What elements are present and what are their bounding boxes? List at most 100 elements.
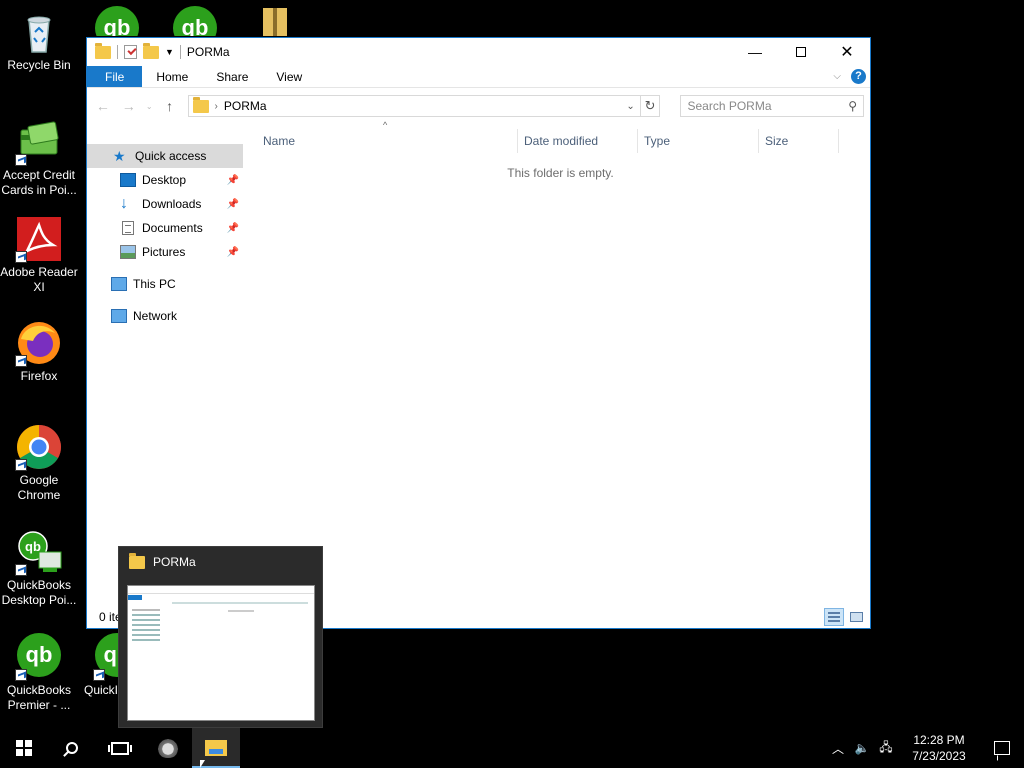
tab-view[interactable]: View <box>262 66 316 87</box>
refresh-button[interactable]: ↻ <box>640 95 661 117</box>
search-input[interactable] <box>687 99 849 113</box>
desktop-icon-label: Recycle Bin <box>7 58 71 72</box>
search-icon <box>66 742 78 754</box>
document-icon <box>122 221 134 235</box>
maximize-button[interactable] <box>778 38 824 66</box>
desktop-icon-quickbooks-desktop-pos[interactable]: qb QuickBooks Desktop Poi... <box>0 528 78 608</box>
desktop-icon-quickbooks-top-1[interactable]: qb <box>78 4 156 36</box>
help-icon[interactable]: ? <box>851 69 866 84</box>
properties-icon[interactable] <box>124 45 137 59</box>
taskbar-app-raccoon[interactable] <box>144 728 192 768</box>
minimize-button[interactable]: — <box>732 38 778 66</box>
nav-item-network[interactable]: Network <box>87 304 243 328</box>
forward-button[interactable]: → <box>119 98 139 114</box>
desktop-icon-recycle-bin[interactable]: Recycle Bin <box>0 8 78 73</box>
folder-icon <box>129 552 145 569</box>
back-button[interactable]: ← <box>93 98 113 114</box>
address-dropdown-icon[interactable]: ⌄ <box>622 101 640 112</box>
network-status-icon[interactable]: 🖧 <box>874 738 898 759</box>
thumbnail-ribbon <box>128 595 142 600</box>
tab-file[interactable]: File <box>87 66 143 87</box>
column-header-name[interactable]: Name <box>243 129 518 153</box>
quickbooks-icon: qb <box>15 633 63 681</box>
large-icons-view-button[interactable] <box>846 608 866 626</box>
expand-ribbon-chevron-icon[interactable]: ⌵ <box>833 71 841 82</box>
sort-caret-icon: ^ <box>383 120 388 130</box>
search-box[interactable]: ⚲ <box>680 95 865 117</box>
quick-access-toolbar: ▼ <box>95 42 181 59</box>
column-header-size[interactable]: Size <box>759 129 839 153</box>
nav-item-quick-access[interactable]: ★ Quick access <box>87 144 243 168</box>
desktop-icon-adobe-reader[interactable]: Adobe Reader XI <box>0 215 78 295</box>
start-button[interactable] <box>0 728 48 768</box>
up-button[interactable]: ↑ <box>160 98 180 114</box>
show-hidden-icons-chevron-icon[interactable]: ︿ <box>826 740 850 757</box>
column-header-type[interactable]: Type <box>638 129 759 153</box>
thumbnail-column-header <box>172 602 308 604</box>
thumbnail-line <box>132 619 160 621</box>
recent-locations-button[interactable]: ⌄ <box>145 102 154 111</box>
preview-header: PORMa <box>119 547 322 577</box>
maximize-icon <box>796 47 806 57</box>
download-arrow-icon: ↓ <box>120 195 128 212</box>
tab-home[interactable]: Home <box>142 66 202 87</box>
shortcut-arrow-icon <box>15 251 27 263</box>
folder-icon <box>192 96 209 113</box>
nav-item-label: Pictures <box>142 245 186 259</box>
zip-folder-icon <box>249 4 297 36</box>
new-folder-icon[interactable] <box>143 42 159 59</box>
thumbnail-line <box>132 614 160 616</box>
notification-icon <box>994 741 1010 755</box>
mouse-cursor-icon <box>200 760 205 768</box>
breadcrumb-current[interactable]: PORMa <box>224 99 616 113</box>
desktop-icon-quickbooks-premier[interactable]: qb QuickBooks Premier - ... <box>0 631 78 713</box>
file-list[interactable]: ^ Name Date modified Type Size This fold… <box>243 120 870 606</box>
shortcut-arrow-icon <box>15 154 27 166</box>
details-view-button[interactable] <box>824 608 844 626</box>
column-header-date-modified[interactable]: Date modified <box>518 129 638 153</box>
nav-item-pictures[interactable]: Pictures 📌 <box>87 240 243 264</box>
desktop-icon-label: Google Chrome <box>17 473 61 502</box>
credit-cards-icon <box>15 118 63 166</box>
file-explorer-icon <box>205 740 227 756</box>
taskbar-search-button[interactable] <box>48 728 96 768</box>
nav-item-downloads[interactable]: ↓ Downloads 📌 <box>87 192 243 216</box>
title-bar[interactable]: ▼ PORMa — ✕ <box>87 38 870 66</box>
desktop-icon-accept-credit-cards[interactable]: Accept Credit Cards in Poi... <box>0 118 78 198</box>
customize-toolbar-chevron-icon[interactable]: ▼ <box>165 47 174 57</box>
pin-icon: 📌 <box>226 198 239 210</box>
file-explorer-window[interactable]: ▼ PORMa — ✕ File Home Share View ⌵ ? ← →… <box>86 37 871 629</box>
clock[interactable]: 12:28 PM 7/23/2023 <box>898 732 980 764</box>
desktop-icon-label: QuickBooks Premier - ... <box>6 683 72 712</box>
details-view-icon <box>828 612 840 622</box>
minimize-icon: — <box>748 44 762 60</box>
nav-item-this-pc[interactable]: This PC <box>87 272 243 296</box>
nav-item-label: Network <box>133 309 178 323</box>
shortcut-arrow-icon <box>15 459 27 471</box>
clock-time: 12:28 PM <box>913 733 965 747</box>
breadcrumb-chevron-icon[interactable]: › <box>215 101 218 112</box>
desktop-icon-zip-folder[interactable] <box>234 4 312 36</box>
desktop-icon-label: Accept Credit Cards in Poi... <box>1 168 77 197</box>
recycle-bin-icon <box>15 8 63 56</box>
desktop-icon-quickbooks-top-2[interactable]: qb <box>156 4 234 36</box>
nav-item-documents[interactable]: Documents 📌 <box>87 216 243 240</box>
thumbnail-line <box>132 624 160 626</box>
navigation-pane[interactable]: ★ Quick access Desktop 📌 ↓ Downloads 📌 D… <box>87 126 243 606</box>
action-center-button[interactable] <box>980 741 1024 755</box>
address-bar[interactable]: › PORMa ⌄ <box>187 95 641 117</box>
search-icon[interactable]: ⚲ <box>848 99 857 113</box>
thumbnail-nav-pane <box>132 606 160 644</box>
desktop-icon-google-chrome[interactable]: Google Chrome <box>0 423 78 503</box>
nav-item-desktop[interactable]: Desktop 📌 <box>87 168 243 192</box>
task-view-button[interactable] <box>96 728 144 768</box>
volume-icon[interactable]: 🔈 <box>850 741 874 755</box>
tab-share[interactable]: Share <box>202 66 262 87</box>
preview-window-thumbnail[interactable] <box>127 585 315 721</box>
desktop-icon-firefox[interactable]: Firefox <box>0 319 78 384</box>
close-button[interactable]: ✕ <box>824 38 870 66</box>
folder-icon <box>95 42 111 59</box>
thumbnail-line <box>132 639 160 641</box>
taskbar-thumbnail-preview[interactable]: PORMa <box>118 546 323 728</box>
windows-logo-icon <box>16 740 32 756</box>
